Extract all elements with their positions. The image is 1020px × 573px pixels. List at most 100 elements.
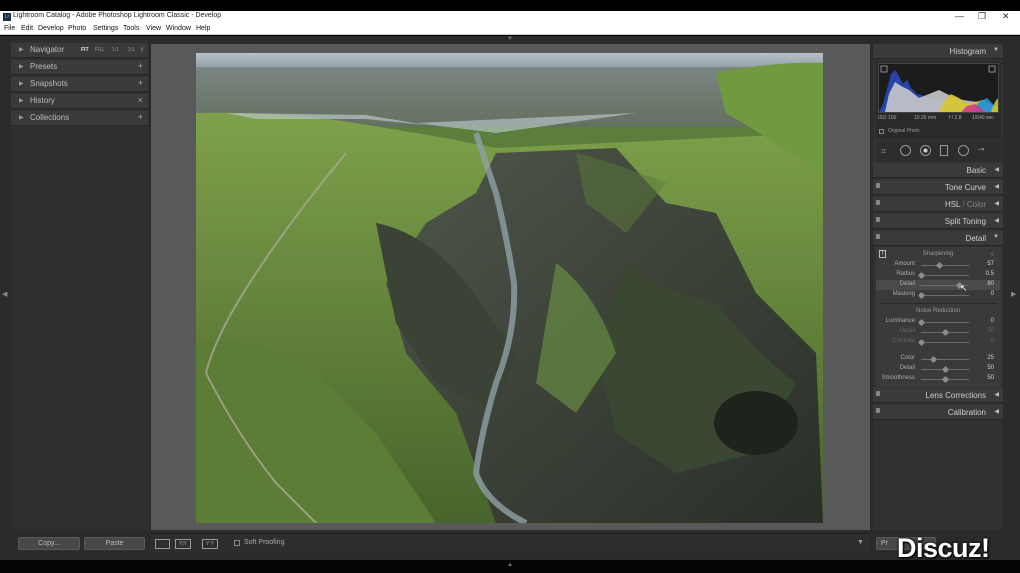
slider-value[interactable]: 0	[991, 338, 994, 344]
add-snapshot-icon[interactable]: +	[138, 78, 143, 88]
crop-overlay-icon[interactable]: ⌗	[881, 146, 886, 157]
color-detail-slider[interactable]: Detail 50	[876, 364, 1000, 374]
slider-value[interactable]: 57	[987, 261, 994, 267]
slider-knob[interactable]	[917, 338, 926, 347]
nav-option-fit[interactable]: FIT	[81, 47, 89, 53]
panel-snapshots[interactable]: ▶ Snapshots +	[11, 77, 148, 92]
adjustment-brush-icon[interactable]: ⊸	[977, 144, 985, 155]
graduated-filter-icon[interactable]	[940, 145, 948, 156]
luminance-contrast-slider[interactable]: Contrast 0	[876, 337, 1000, 347]
masking-slider[interactable]: Masking 0	[876, 290, 1000, 300]
loupe-view-icon[interactable]	[155, 539, 170, 549]
slider-value[interactable]: 50	[987, 328, 994, 334]
detail-slider[interactable]: Detail 80	[876, 280, 1000, 290]
slider-track[interactable]	[921, 375, 969, 384]
menu-view[interactable]: View	[146, 25, 161, 32]
panel-detail[interactable]: Detail ▼	[873, 231, 1003, 246]
panel-lens-corrections[interactable]: Lens Corrections ◀	[873, 388, 1003, 403]
amount-slider[interactable]: Amount 57	[876, 260, 1000, 270]
nav-option-fill[interactable]: FILL	[95, 47, 105, 53]
hsl-tab[interactable]: HSL	[945, 200, 960, 209]
menu-file[interactable]: File	[4, 25, 15, 32]
add-collection-icon[interactable]: +	[138, 112, 143, 122]
toolbar-menu-chevron-icon[interactable]: ▼	[857, 539, 864, 546]
slider-knob[interactable]	[917, 318, 926, 327]
red-eye-icon[interactable]	[920, 145, 931, 156]
navigator-header[interactable]: ▶ Navigator FIT FILL 1:1 3:1 ⇕	[11, 43, 148, 58]
slider-track[interactable]	[917, 318, 969, 327]
panel-tone-curve[interactable]: Tone Curve ◀	[873, 180, 1003, 195]
close-button[interactable]: ✕	[1002, 11, 1010, 22]
slider-track[interactable]	[917, 338, 969, 347]
minimize-button[interactable]: —	[955, 11, 964, 21]
menu-window[interactable]: Window	[166, 25, 191, 32]
menu-develop[interactable]: Develop	[38, 25, 64, 32]
panel-presets[interactable]: ▶ Presets +	[11, 60, 148, 75]
menu-edit[interactable]: Edit	[21, 25, 33, 32]
slider-track[interactable]	[921, 328, 969, 337]
panel-calibration[interactable]: Calibration ◀	[873, 405, 1003, 420]
sharpening-menu-icon[interactable]: ▿	[991, 251, 994, 258]
top-panel-toggle-icon[interactable]: ▼	[507, 36, 513, 42]
slider-value[interactable]: 50	[987, 375, 994, 381]
slider-knob[interactable]	[941, 375, 950, 384]
yy-compare-icon[interactable]: Y Y	[202, 539, 218, 549]
slider-knob[interactable]	[929, 355, 938, 364]
nav-option-3-1[interactable]: 3:1	[128, 47, 135, 53]
slider-value[interactable]: 25	[987, 355, 994, 361]
copy-settings-button[interactable]: Copy...	[18, 537, 80, 550]
luminance-slider[interactable]: Luminance 0	[876, 317, 1000, 327]
spot-removal-icon[interactable]	[900, 145, 911, 156]
menu-tools[interactable]: Tools	[123, 25, 139, 32]
menu-photo[interactable]: Photo	[68, 25, 86, 32]
panel-history[interactable]: ▶ History ×	[11, 94, 148, 109]
slider-value[interactable]: 50	[987, 365, 994, 371]
slider-value[interactable]: 0	[991, 291, 994, 297]
slider-track[interactable]	[917, 291, 969, 300]
slider-value[interactable]: 0	[991, 318, 994, 324]
bottom-panel-toggle-icon[interactable]: ▲	[507, 562, 513, 568]
soft-proofing-checkbox[interactable]	[234, 540, 240, 546]
slider-knob[interactable]	[917, 291, 926, 300]
original-photo-checkbox[interactable]	[879, 129, 884, 134]
histogram-graph[interactable]	[878, 63, 999, 113]
left-panel-toggle-icon[interactable]: ◀	[2, 290, 7, 298]
smoothness-slider[interactable]: Smoothness 50	[876, 374, 1000, 384]
slider-track[interactable]	[921, 261, 969, 270]
panel-split-toning[interactable]: Split Toning ◀	[873, 214, 1003, 229]
panel-switch-icon[interactable]	[876, 408, 880, 413]
add-preset-icon[interactable]: +	[138, 61, 143, 71]
canyon-photo[interactable]	[196, 53, 823, 523]
panel-collections[interactable]: ▶ Collections +	[11, 111, 148, 126]
luminance-detail-slider[interactable]: Detail 50	[876, 327, 1000, 337]
slider-knob[interactable]	[941, 365, 950, 374]
right-panel-toggle-icon[interactable]: ▶	[1011, 290, 1016, 298]
panel-switch-icon[interactable]	[876, 200, 880, 205]
before-after-icon[interactable]: Y|Y	[175, 539, 191, 549]
slider-track[interactable]	[921, 355, 969, 364]
nav-option-1-1[interactable]: 1:1	[112, 47, 119, 53]
color-slider[interactable]: Color 25	[876, 354, 1000, 364]
slider-value[interactable]: 0.5	[986, 271, 994, 277]
slider-track[interactable]	[921, 365, 969, 374]
panel-switch-icon[interactable]	[876, 234, 880, 239]
panel-switch-icon[interactable]	[876, 391, 880, 396]
radius-slider[interactable]: Radius 0.5	[876, 270, 1000, 280]
histogram-header[interactable]: Histogram ▼	[873, 44, 1003, 59]
paste-settings-button[interactable]: Paste	[84, 537, 145, 550]
panel-basic[interactable]: Basic ◀	[873, 163, 1003, 178]
panel-switch-icon[interactable]	[876, 183, 880, 188]
color-tab[interactable]: Color	[967, 200, 986, 209]
clear-history-icon[interactable]: ×	[138, 95, 143, 105]
slider-knob[interactable]	[936, 261, 944, 270]
menu-settings[interactable]: Settings	[93, 25, 118, 32]
nav-options-dropdown-icon[interactable]: ⇕	[140, 47, 144, 53]
restore-button[interactable]: ❐	[978, 11, 986, 22]
slider-knob[interactable]	[917, 271, 926, 280]
slider-value[interactable]: 80	[987, 281, 994, 287]
menu-help[interactable]: Help	[196, 25, 210, 32]
slider-track[interactable]	[917, 271, 969, 280]
panel-switch-icon[interactable]	[876, 217, 880, 222]
slider-knob[interactable]	[941, 328, 950, 337]
radial-filter-icon[interactable]	[958, 145, 969, 156]
